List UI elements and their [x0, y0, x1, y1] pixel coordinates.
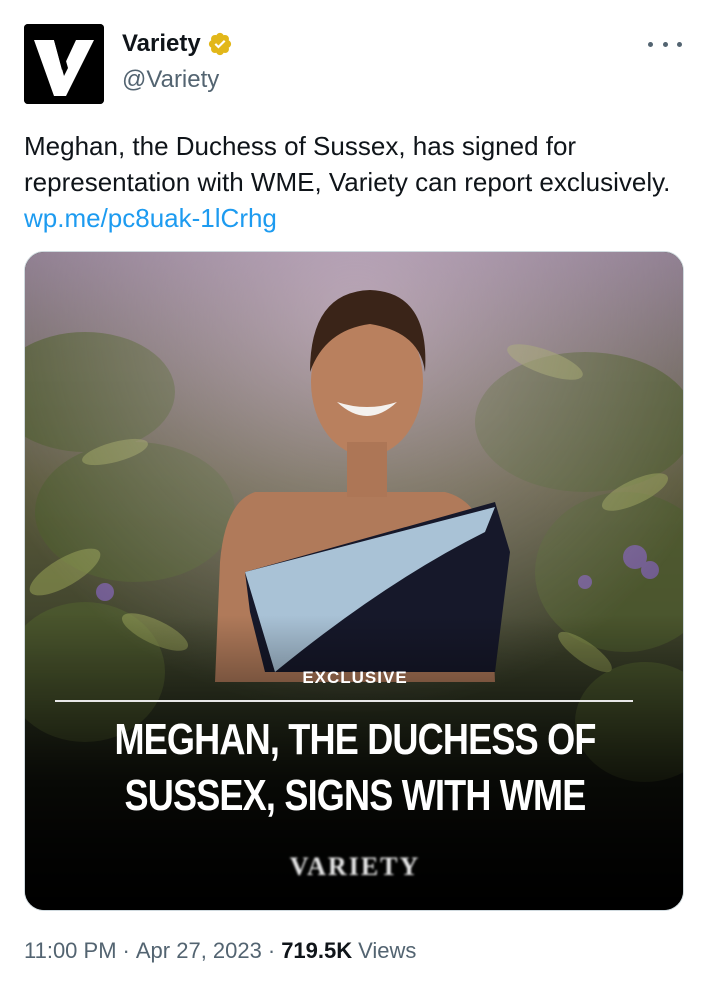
- verified-badge-icon: [208, 32, 231, 56]
- headline-divider: [55, 700, 633, 702]
- more-dot-icon: [648, 41, 653, 47]
- tweet-card[interactable]: Variety @Variety Meghan, the Duchess of …: [0, 0, 712, 994]
- author-handle[interactable]: @Variety: [122, 66, 219, 94]
- tweet-body: Meghan, the Duchess of Sussex, has signe…: [24, 131, 671, 197]
- more-dot-icon: [662, 41, 668, 47]
- views-count[interactable]: 719.5K: [281, 938, 352, 964]
- variety-watermark: VARIETY: [289, 852, 421, 881]
- meta-separator: ·: [122, 938, 130, 963]
- more-options-button[interactable]: [648, 34, 682, 54]
- exclusive-tag: EXCLUSIVE: [302, 668, 408, 687]
- headline-line-2: SUSSEX, SIGNS WITH WME: [124, 771, 586, 820]
- meta-separator: ·: [267, 938, 276, 963]
- tweet-date[interactable]: Apr 27, 2023: [136, 938, 262, 964]
- media-headline: MEGHAN, THE DUCHESS OF SUSSEX, SIGNS WIT…: [84, 712, 625, 824]
- more-dot-icon: [677, 41, 682, 47]
- author-avatar[interactable]: [24, 24, 104, 104]
- variety-logo-icon: [24, 24, 104, 104]
- headline-line-1: MEGHAN, THE DUCHESS OF: [114, 715, 596, 764]
- tweet-link[interactable]: wp.me/pc8uak-1lCrhg: [24, 203, 277, 233]
- tweet-media-image[interactable]: EXCLUSIVE MEGHAN, THE DUCHESS OF SUSSEX,…: [24, 251, 684, 911]
- tweet-time[interactable]: 11:00 PM: [24, 938, 117, 964]
- views-label: Views: [358, 938, 417, 963]
- author-display-name[interactable]: Variety: [122, 30, 201, 58]
- author-name-row[interactable]: Variety: [122, 30, 233, 58]
- tweet-meta: 11:00 PM · Apr 27, 2023 · 719.5K Views: [24, 938, 416, 964]
- tweet-text: Meghan, the Duchess of Sussex, has signe…: [24, 128, 674, 236]
